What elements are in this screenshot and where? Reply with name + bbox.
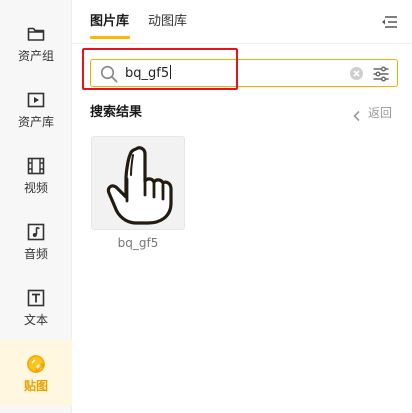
back-button[interactable]: 返回	[352, 105, 392, 122]
search-icon	[100, 65, 118, 83]
sidebar-item-label: 视频	[23, 180, 48, 195]
music-note-icon	[26, 222, 46, 242]
sidebar-item-sticker[interactable]: 贴图	[0, 340, 72, 406]
play-box-icon	[26, 90, 46, 110]
folder-icon	[26, 24, 46, 44]
text-caret	[170, 65, 172, 79]
search-query-text: bq_gf5	[125, 65, 172, 81]
tab-gif-library[interactable]: 动图库	[148, 14, 187, 30]
sticker-label: bq_gf5	[117, 236, 159, 250]
sidebar-item-text[interactable]: 文本	[0, 274, 72, 340]
back-label: 返回	[367, 106, 392, 120]
sidebar-item-asset-group[interactable]: 资产组	[0, 10, 72, 76]
sidebar-item-asset-library[interactable]: 资产库	[0, 76, 72, 142]
sidebar-item-label: 贴图	[23, 378, 48, 393]
pointing-hand-icon	[106, 146, 173, 225]
tab-image-library[interactable]: 图片库	[90, 14, 129, 30]
search-results-title: 搜索结果	[90, 105, 143, 120]
chevron-left-icon	[352, 107, 362, 122]
sidebar-item-label: 资产组	[17, 48, 54, 63]
sidebar-item-audio[interactable]: 音频	[0, 208, 72, 274]
sidebar-item-video[interactable]: 视频	[0, 142, 72, 208]
collapse-panel-icon[interactable]	[380, 14, 398, 30]
text-t-icon	[26, 288, 46, 308]
film-icon	[26, 156, 46, 176]
active-tab-indicator	[90, 36, 130, 39]
filter-icon[interactable]	[372, 65, 390, 83]
sidebar: 资产组 资产库 视频 音频 文本 贴图	[0, 0, 72, 413]
sidebar-item-label: 文本	[23, 312, 48, 327]
sidebar-item-label: 音频	[23, 246, 48, 261]
clear-icon[interactable]	[349, 66, 364, 81]
sidebar-item-label: 资产库	[17, 114, 54, 129]
sticker-icon	[26, 354, 46, 374]
search-input[interactable]: bq_gf5	[90, 59, 398, 87]
sticker-card[interactable]	[91, 136, 185, 230]
